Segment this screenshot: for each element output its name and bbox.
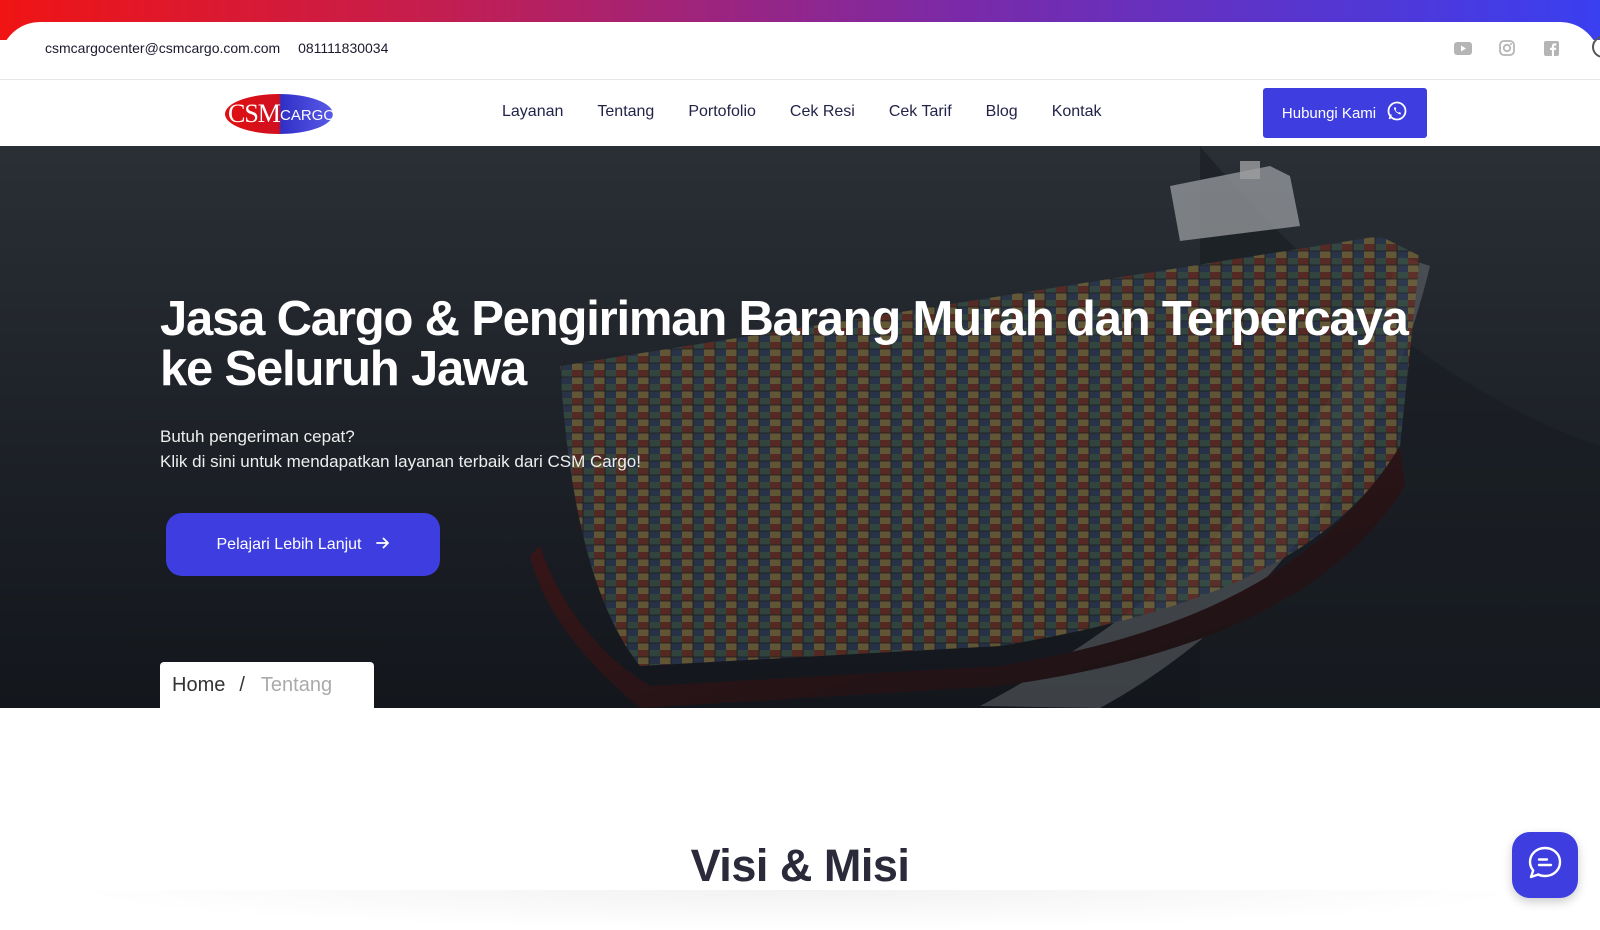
hubungi-kami-button[interactable]: Hubungi Kami [1263, 88, 1427, 138]
hero-title: Jasa Cargo & Pengiriman Barang Murah dan… [160, 292, 1409, 396]
learn-more-button[interactable]: Pelajari Lebih Lanjut [166, 513, 440, 576]
section-shadow [60, 890, 1540, 930]
hero-subtitle-line-1: Butuh pengeriman cepat? [160, 427, 355, 446]
hero-subtitle: Butuh pengeriman cepat? Klik di sini unt… [160, 424, 641, 474]
nav-item-cek-tarif[interactable]: Cek Tarif [889, 103, 952, 121]
breadcrumb: Home / Tentang [160, 662, 374, 708]
chat-widget-button[interactable] [1512, 832, 1578, 898]
edge-circle-icon [1592, 36, 1600, 58]
learn-more-label: Pelajari Lebih Lanjut [216, 535, 362, 553]
hero-section: Jasa Cargo & Pengiriman Barang Murah dan… [0, 146, 1600, 708]
contact-info: csmcargocenter@csmcargo.com.com 08111183… [45, 40, 402, 56]
top-info-bar: csmcargocenter@csmcargo.com.com 08111183… [0, 22, 1600, 80]
chat-bubble-icon [1526, 844, 1564, 887]
nav-item-cek-resi[interactable]: Cek Resi [790, 103, 855, 121]
hero-subtitle-line-2: Klik di sini untuk mendapatkan layanan t… [160, 452, 641, 471]
youtube-icon[interactable] [1454, 40, 1472, 56]
cta-label: Hubungi Kami [1281, 104, 1377, 122]
nav-item-tentang[interactable]: Tentang [597, 103, 654, 121]
section-title: Visi & Misi [690, 840, 910, 891]
nav-item-layanan[interactable]: Layanan [502, 103, 563, 121]
breadcrumb-current: Tentang [260, 673, 333, 696]
logo-text-sub: CARGO [280, 107, 336, 124]
breadcrumb-separator: / [239, 673, 245, 696]
whatsapp-icon [1386, 100, 1408, 126]
logo-text-main: CSM [228, 99, 281, 128]
contact-email[interactable]: csmcargocenter@csmcargo.com.com [45, 40, 280, 56]
breadcrumb-home[interactable]: Home [172, 674, 225, 697]
nav-item-portofolio[interactable]: Portofolio [688, 103, 756, 121]
nav-item-blog[interactable]: Blog [986, 103, 1018, 121]
main-navbar: CSM CARGO Layanan Tentang Portofolio Cek… [0, 81, 1600, 146]
csm-cargo-logo[interactable]: CSM CARGO [224, 93, 336, 135]
nav-menu: Layanan Tentang Portofolio Cek Resi Cek … [502, 103, 1102, 121]
arrow-right-icon [375, 536, 390, 554]
social-links [1454, 40, 1560, 56]
instagram-icon[interactable] [1498, 40, 1516, 56]
facebook-icon[interactable] [1542, 40, 1560, 56]
nav-item-kontak[interactable]: Kontak [1052, 103, 1102, 121]
contact-phone[interactable]: 081111830034 [298, 40, 388, 56]
